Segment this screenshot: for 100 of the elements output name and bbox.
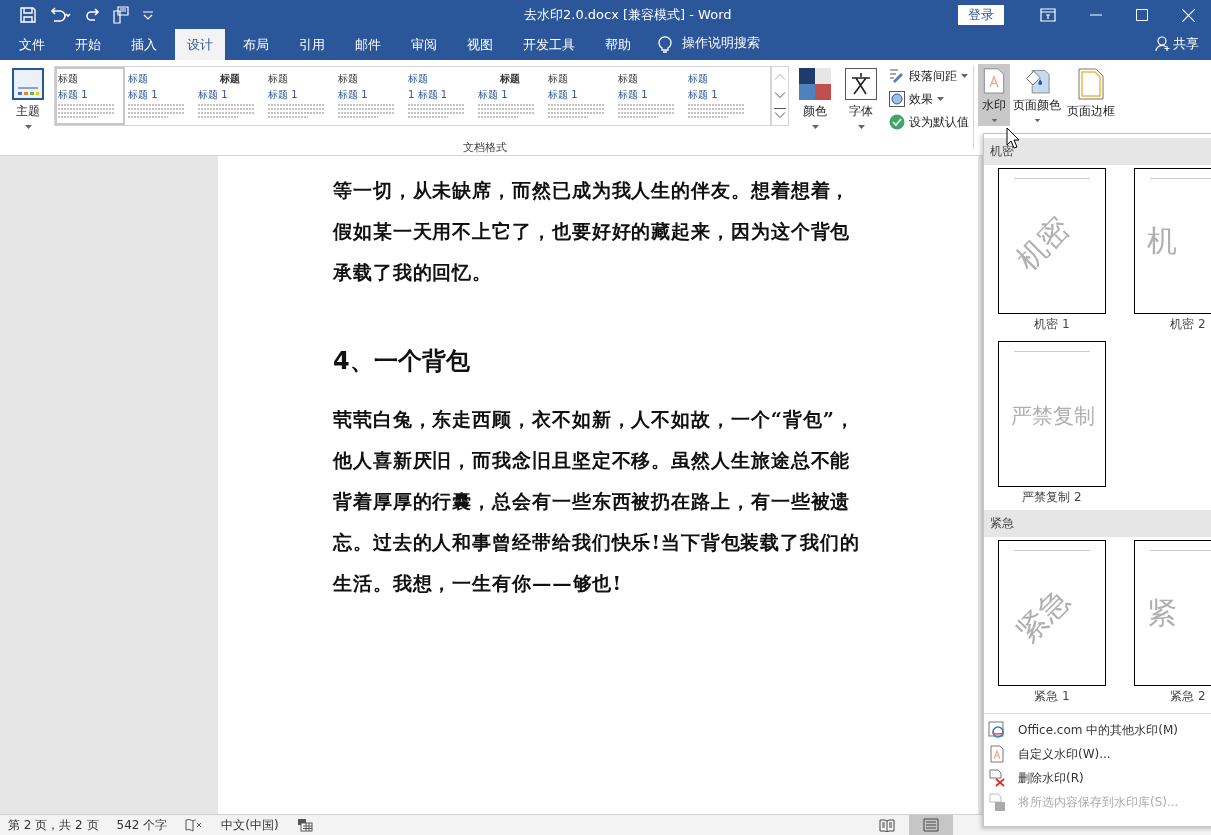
- text-lines-drawing: [268, 104, 324, 118]
- default-button[interactable]: 设为默认值: [889, 112, 969, 132]
- language-indicator[interactable]: 中文(中国): [221, 816, 279, 834]
- office-watermark-item[interactable]: Office.com 中的其他水印(M): [984, 718, 1211, 742]
- text-lines-drawing: [478, 104, 534, 118]
- ribbon-tab[interactable]: 设计: [175, 29, 225, 60]
- body-paragraph: 等一切，从未缺席，而然已成为我人生的伴友。想着想着，假如某一天用不上它了，也要好好的藏起来，因为这个背包承载了我的回忆。: [333, 178, 852, 286]
- text-lines-drawing: [688, 104, 744, 118]
- undo-icon[interactable]: [48, 7, 72, 23]
- proofing-book-icon[interactable]: [185, 818, 204, 832]
- style-heading-text: 标题 1: [198, 88, 229, 102]
- ribbon-tab[interactable]: 布局: [231, 30, 281, 60]
- ribbon-display-icon[interactable]: [1040, 8, 1056, 22]
- style-title-text: 标题: [408, 72, 429, 86]
- watermark-name: 紧急 1: [1033, 688, 1071, 705]
- style-title-text: 标题: [338, 72, 359, 86]
- caret-icon: [961, 74, 968, 78]
- ribbon-tab[interactable]: 视图: [455, 30, 505, 60]
- word-count[interactable]: 542 个字: [116, 816, 168, 834]
- ribbon-tab[interactable]: 帮助: [593, 30, 643, 60]
- ribbon-tab[interactable]: 插入: [119, 30, 169, 60]
- remove-watermark-item[interactable]: 删除水印(R): [984, 766, 1211, 790]
- effects-icon: [889, 91, 905, 107]
- page-lines-icon: [923, 818, 939, 832]
- style-title-text: 标题: [688, 72, 709, 86]
- style-title-text: 标题: [58, 72, 79, 86]
- macro-record-icon[interactable]: [296, 818, 313, 832]
- style-heading-text: 标题 1: [128, 88, 159, 102]
- page-delete-icon: [988, 769, 1006, 787]
- style-heading-text: 标题 1: [58, 88, 89, 102]
- border-button[interactable]: 页面边框: [1064, 64, 1118, 126]
- caret-icon: [937, 97, 944, 101]
- color-palette-icon: [799, 68, 831, 100]
- ribbon-tab[interactable]: 引用: [287, 30, 337, 60]
- check-circle-icon: [889, 114, 905, 130]
- font-glyph-icon: [845, 68, 877, 100]
- fonts-button[interactable]: 字体: [841, 66, 881, 131]
- maximize-icon[interactable]: [1136, 9, 1148, 21]
- caret-icon: [811, 125, 819, 129]
- save-icon[interactable]: [20, 7, 36, 23]
- text-lines-drawing: [338, 104, 394, 118]
- paragraph-spacing-icon: [889, 68, 905, 84]
- text-lines-drawing: [618, 104, 674, 118]
- page-letter-icon: [981, 68, 1007, 94]
- caret-icon: [990, 118, 998, 122]
- gallery-section-header: 紧急: [984, 510, 1211, 537]
- style-heading-text: 标题 1: [338, 88, 369, 102]
- ribbon-tab[interactable]: 文件: [7, 30, 57, 60]
- style-title-text: 标题: [219, 72, 241, 86]
- style-heading-text: 标题 1: [688, 88, 719, 102]
- color-button[interactable]: 页面颜色: [1010, 64, 1064, 126]
- text-lines-drawing: [408, 104, 464, 118]
- globe-page-icon: [988, 721, 1006, 739]
- watermark-sample-text: 机密: [1007, 209, 1077, 280]
- style-set-thumbnail[interactable]: 标题 标题 1: [55, 67, 125, 125]
- watermark-sample-text: 紧: [1147, 594, 1177, 632]
- redo-icon[interactable]: [84, 7, 100, 23]
- spacing-button[interactable]: 段落间距: [889, 66, 969, 86]
- sign-in-button[interactable]: 登录: [958, 5, 1004, 25]
- effects-button[interactable]: 效果: [889, 89, 969, 109]
- customize-caret-icon[interactable]: [142, 10, 154, 20]
- share-button[interactable]: 共享: [1173, 35, 1199, 53]
- ribbon-tab[interactable]: 审阅: [399, 30, 449, 60]
- group-label: 文档格式: [461, 140, 508, 155]
- watermark-name: 紧急 2: [1169, 688, 1207, 705]
- watermark-name: 机密 1: [1033, 316, 1071, 333]
- text-lines-drawing: [58, 104, 114, 118]
- themes-icon: [12, 68, 44, 100]
- caret-icon: [1033, 118, 1041, 122]
- colors-button[interactable]: 颜色: [795, 66, 835, 131]
- window-title: 去水印2.0.docx [兼容模式] - Word: [523, 6, 733, 24]
- style-heading-text: 标题 1: [618, 88, 649, 102]
- style-title-text: 标题: [128, 72, 149, 86]
- touch-mode-icon[interactable]: [112, 6, 130, 24]
- ribbon-tab[interactable]: 开始: [63, 30, 113, 60]
- watermark-sample-text: 严禁复制: [1011, 403, 1095, 430]
- text-lines-drawing: [128, 104, 184, 118]
- caret-icon: [857, 125, 865, 129]
- text-lines-drawing: [548, 104, 604, 118]
- page-count[interactable]: 第 2 页，共 2 页: [8, 816, 99, 834]
- lightbulb-icon: [658, 35, 672, 53]
- custom-watermark-item[interactable]: 自定义水印(W)...: [984, 742, 1211, 766]
- page-border-icon: [1078, 68, 1104, 100]
- ribbon-tab[interactable]: 邮件: [343, 30, 393, 60]
- style-heading-text: 标题 1: [548, 88, 579, 102]
- watermark-sample-text: 紧急: [1007, 581, 1077, 652]
- style-heading-text: 标题 1: [478, 88, 509, 102]
- tell-me-search[interactable]: 操作说明搜索: [682, 34, 760, 52]
- style-title-text: 标题: [268, 72, 289, 86]
- text-lines-drawing: [198, 104, 254, 118]
- watermark-button[interactable]: 水印: [978, 64, 1010, 126]
- open-book-icon: [879, 818, 895, 832]
- watermark-name: 严禁复制 2: [1021, 489, 1083, 506]
- style-title-text: 标题: [618, 72, 639, 86]
- themes-button[interactable]: 主题: [8, 66, 48, 131]
- style-title-text: 标题: [548, 72, 569, 86]
- caret-icon: [24, 125, 32, 129]
- ribbon-tab[interactable]: 开发工具: [511, 30, 587, 60]
- close-icon[interactable]: [1182, 8, 1195, 22]
- gallery-scrollbar[interactable]: [771, 66, 789, 126]
